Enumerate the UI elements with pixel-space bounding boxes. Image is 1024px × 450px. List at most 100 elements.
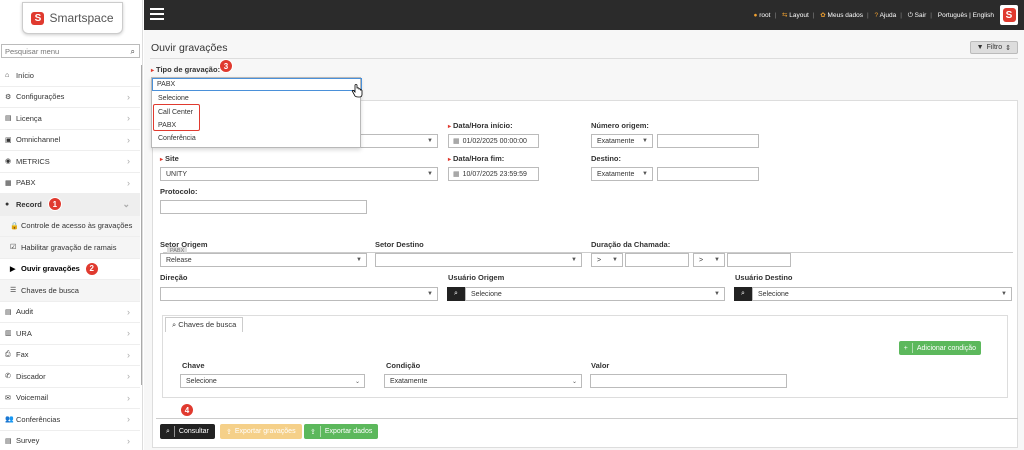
tipo-gravacao-label-text: Tipo de gravação: bbox=[156, 65, 221, 74]
add-condition-button[interactable]: + Adicionar condição bbox=[898, 341, 981, 355]
user-icon: ● bbox=[753, 12, 758, 19]
record-icon: ● bbox=[5, 200, 10, 208]
destino-input[interactable] bbox=[657, 167, 759, 181]
sidebar: S Smartspace Pesquisar menu ⌕ ⌂ Início ⚙ C… bbox=[0, 0, 143, 450]
usuario-origem-label: Usuário Origem bbox=[448, 273, 505, 282]
duracao-operator-1[interactable]: > ▼ bbox=[591, 253, 623, 267]
sidebar-item-label: Voicemail bbox=[16, 393, 49, 403]
sidebar-item-discador[interactable]: ✆ Discador › bbox=[0, 366, 140, 388]
tipo-gravacao-current[interactable]: PABX bbox=[152, 78, 362, 91]
calendar-icon: ▦ bbox=[453, 138, 460, 145]
filter-button[interactable]: ▼ Filtro ⇕ bbox=[969, 41, 1018, 54]
sidebar-item-ura[interactable]: ▥ URA › bbox=[0, 323, 140, 345]
sidebar-scrollbar[interactable] bbox=[141, 65, 142, 385]
usuario-origem-select[interactable]: Selecione ▼ bbox=[465, 287, 725, 301]
sidebar-subitem-ouvir-gravacoes[interactable]: ▶ Ouvir gravações 2 bbox=[0, 258, 140, 280]
data-hora-inicio-input[interactable]: ▦ 01/02/2025 00:00:00 bbox=[448, 134, 539, 148]
license-icon: ▤ bbox=[5, 115, 12, 123]
topbar-meus-dados[interactable]: Meus dados bbox=[828, 12, 863, 19]
chevron-down-icon: ▼ bbox=[714, 257, 720, 263]
chevron-down-icon: ⌄ bbox=[571, 379, 577, 385]
numero-origem-label: Número origem: bbox=[591, 121, 649, 130]
valor-input[interactable] bbox=[590, 374, 787, 388]
sidebar-item-licenca[interactable]: ▤ Licença › bbox=[0, 108, 140, 130]
export-data-button[interactable]: ⇪ Exportar dados bbox=[304, 424, 379, 439]
chevron-right-icon: › bbox=[127, 134, 130, 145]
data-hora-fim-value: 10/07/2025 23:59:59 bbox=[462, 170, 527, 178]
step-badge-1: 1 bbox=[47, 197, 62, 212]
chevron-down-icon: ▼ bbox=[642, 138, 648, 144]
search-icon[interactable]: ⌕ bbox=[131, 47, 135, 57]
data-hora-inicio-label-text: Data/Hora início: bbox=[453, 121, 513, 130]
sidebar-subitem-chaves-busca[interactable]: ☰ Chaves de busca bbox=[0, 280, 140, 302]
consultar-button[interactable]: ⌕ Consultar bbox=[160, 424, 215, 439]
setor-destino-select[interactable]: ▼ bbox=[375, 253, 582, 267]
metrics-icon: ◉ bbox=[5, 158, 12, 166]
sidebar-item-configuracoes[interactable]: ⚙ Configurações › bbox=[0, 87, 140, 108]
duracao-operator-2[interactable]: > ▼ bbox=[693, 253, 725, 267]
usuario-destino-select[interactable]: Selecione ▼ bbox=[752, 287, 1012, 301]
usuario-origem-value: Selecione bbox=[471, 290, 502, 298]
chevron-right-icon: › bbox=[127, 371, 130, 382]
sidebar-item-omnichannel[interactable]: ▣ Omnichannel › bbox=[0, 130, 140, 151]
numero-origem-input[interactable] bbox=[657, 134, 759, 148]
option-conferencia[interactable]: Conferência bbox=[158, 135, 196, 142]
destino-condition-select[interactable]: Exatamente ▼ bbox=[591, 167, 653, 181]
record-submenu: 🔒 Controle de acesso às gravações ☑ Habili… bbox=[0, 215, 140, 302]
chave-value: Selecione bbox=[186, 377, 217, 385]
setor-origem-select[interactable]: Release ▼ bbox=[160, 253, 367, 267]
menu-search-input[interactable]: Pesquisar menu ⌕ bbox=[1, 44, 140, 58]
export-data-label: Exportar dados bbox=[324, 428, 373, 435]
option-selecione[interactable]: Selecione bbox=[158, 95, 189, 102]
sidebar-item-survey[interactable]: ▤ Survey › bbox=[0, 431, 140, 450]
sidebar-item-label: Discador bbox=[16, 371, 46, 381]
protocolo-input[interactable] bbox=[160, 200, 367, 214]
condicao-select[interactable]: Exatamente ⌄ bbox=[384, 374, 582, 388]
survey-icon: ▤ bbox=[5, 437, 12, 445]
export-recordings-button[interactable]: ⇪ Exportar gravações bbox=[220, 424, 302, 439]
chevron-right-icon: › bbox=[127, 414, 130, 425]
chevron-down-icon: ⌄ bbox=[354, 379, 360, 385]
search-keys-panel: ⌕ Chaves de busca + Adicionar condição Ch… bbox=[162, 315, 1008, 398]
sidebar-item-metrics[interactable]: ◉ METRICS › bbox=[0, 151, 140, 173]
setor-origem-value: Release bbox=[166, 256, 192, 264]
duracao-input-1[interactable] bbox=[625, 253, 689, 267]
usuario-destino-search-icon[interactable]: ⌕ bbox=[734, 287, 752, 301]
numero-origem-condition-select[interactable]: Exatamente ▼ bbox=[591, 134, 653, 148]
duracao-operator-1-value: > bbox=[597, 256, 602, 264]
search-icon: ⌕ bbox=[166, 427, 170, 435]
chevron-down-icon: ▼ bbox=[427, 138, 433, 144]
duracao-operator-2-value: > bbox=[699, 256, 704, 264]
sidebar-item-audit[interactable]: ▤ Audit › bbox=[0, 302, 140, 323]
sidebar-item-record[interactable]: ● Record 1 ⌄ bbox=[0, 194, 140, 216]
sidebar-menu: ⌂ Início ⚙ Configurações › ▤ Licença › ▣ Omnic… bbox=[0, 65, 140, 450]
usuario-origem-search-icon[interactable]: ⌕ bbox=[447, 287, 465, 301]
hamburger-menu-icon[interactable] bbox=[150, 8, 164, 20]
topbar-ajuda[interactable]: Ajuda bbox=[880, 12, 897, 19]
sidebar-item-label: URA bbox=[16, 328, 32, 338]
settings-icon: ✿ bbox=[820, 12, 826, 19]
menu-search-placeholder: Pesquisar menu bbox=[5, 46, 60, 56]
sidebar-subitem-habilitar-gravacao[interactable]: ☑ Habilitar gravação de ramais bbox=[0, 237, 140, 259]
topbar-layout[interactable]: Layout bbox=[789, 12, 809, 19]
tab-chaves-de-busca[interactable]: ⌕ Chaves de busca bbox=[165, 317, 244, 332]
sidebar-item-inicio[interactable]: ⌂ Início bbox=[0, 65, 140, 87]
sidebar-subitem-controle-acesso[interactable]: 🔒 Controle de acesso às gravações bbox=[0, 215, 140, 237]
topbar-sair[interactable]: Sair bbox=[915, 12, 927, 19]
sidebar-item-pabx[interactable]: ▦ PABX › bbox=[0, 173, 140, 194]
topbar-languages[interactable]: Português | English bbox=[938, 12, 994, 19]
sidebar-item-fax[interactable]: ⎙ Fax › bbox=[0, 345, 140, 366]
brand-logo[interactable]: S Smartspace bbox=[22, 2, 123, 34]
sidebar-item-conferencias[interactable]: 👥 Conferências › bbox=[0, 409, 140, 431]
chevron-right-icon: › bbox=[127, 435, 130, 446]
duracao-input-2[interactable] bbox=[727, 253, 791, 267]
topbar-user[interactable]: root bbox=[759, 12, 770, 19]
chave-select[interactable]: Selecione ⌄ bbox=[180, 374, 365, 388]
actions-divider bbox=[156, 418, 1018, 419]
data-hora-fim-input[interactable]: ▦ 10/07/2025 23:59:59 bbox=[448, 167, 539, 181]
sidebar-item-voicemail[interactable]: ✉ Voicemail › bbox=[0, 388, 140, 409]
help-icon: ? bbox=[874, 12, 879, 19]
direcao-select[interactable]: ▼ bbox=[160, 287, 438, 301]
site-select[interactable]: UNITY ▼ bbox=[160, 167, 438, 181]
layout-icon: ⇆ bbox=[781, 12, 788, 19]
